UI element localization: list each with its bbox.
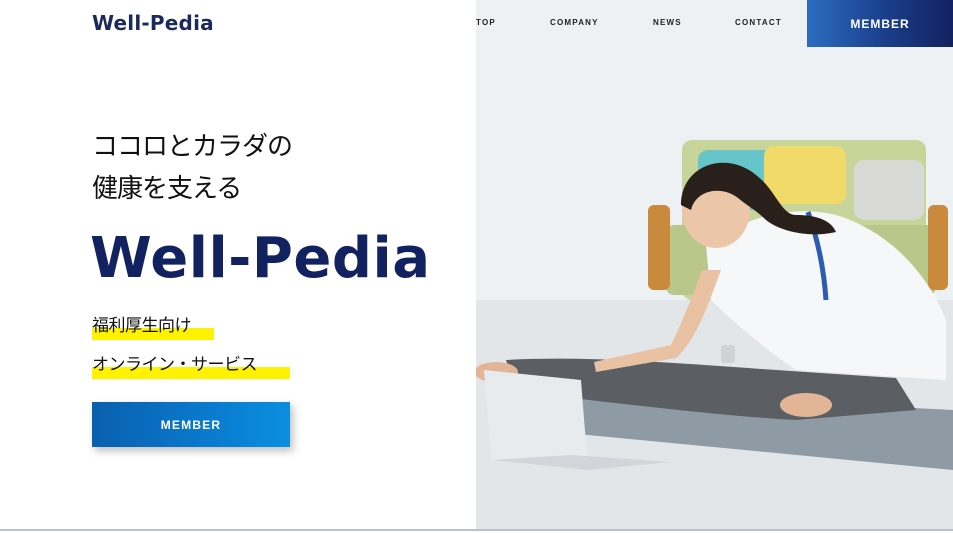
landing-page: Well-Pedia TOP COMPANY NEWS CONTACT MEMB…: [0, 0, 953, 533]
hero-subtitle-2-text: オンライン・サービス: [92, 355, 258, 375]
hero-member-button[interactable]: MEMBER: [92, 402, 290, 447]
nav-top[interactable]: TOP: [476, 18, 496, 27]
hero-illustration: [476, 0, 953, 529]
hero-subtitle-1-text: 福利厚生向け: [92, 316, 192, 336]
section-divider: [0, 529, 953, 531]
nav-contact[interactable]: CONTACT: [735, 18, 782, 27]
hero-image: [476, 0, 953, 529]
hero-subtitle-2: オンライン・サービス: [92, 350, 290, 379]
tagline-line-1: ココロとカラダの: [92, 132, 293, 162]
site-logo[interactable]: Well-Pedia: [92, 11, 214, 35]
header-member-button[interactable]: MEMBER: [807, 0, 953, 47]
nav-company[interactable]: COMPANY: [550, 18, 599, 27]
tagline-line-2: 健康を支える: [92, 174, 242, 204]
hero-brand-title: Well-Pedia: [90, 226, 431, 291]
hero-subtitle-1: 福利厚生向け: [92, 311, 214, 340]
nav-news[interactable]: NEWS: [653, 18, 682, 27]
hero-tagline: ココロとカラダの 健康を支える: [92, 126, 293, 210]
